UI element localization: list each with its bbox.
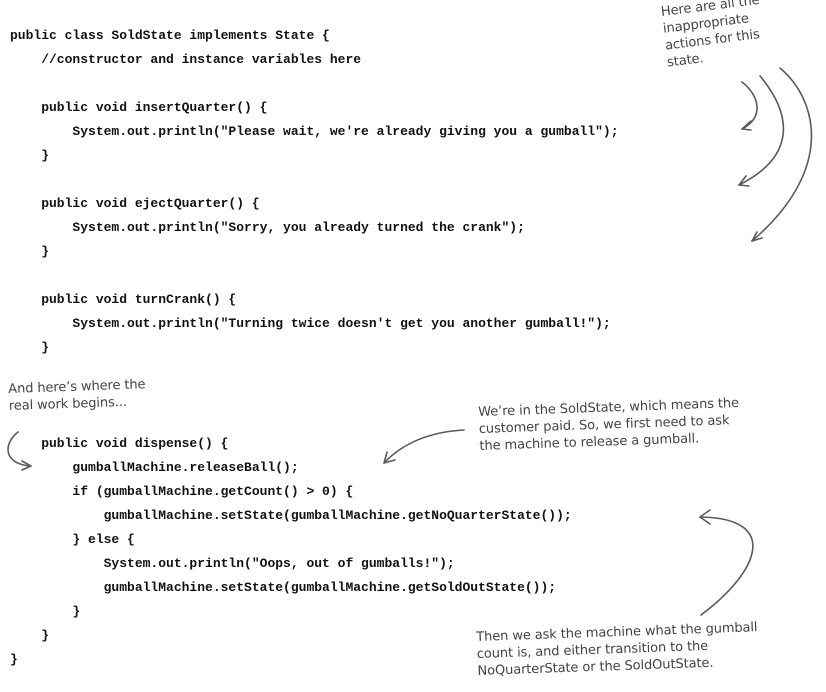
arrow-to-release-ball-icon: [383, 429, 465, 464]
arrow-to-turn-crank-icon: [751, 67, 813, 242]
arrow-to-dispense-icon: [7, 431, 32, 467]
arrow-to-eject-quarter-icon: [738, 75, 785, 186]
annotation-arrows: [7, 67, 813, 616]
arrow-to-set-state-icon: [699, 516, 754, 616]
arrowhead-insert-quarter-icon: [741, 120, 752, 131]
code-page: public class SoldState implements State …: [0, 0, 826, 692]
